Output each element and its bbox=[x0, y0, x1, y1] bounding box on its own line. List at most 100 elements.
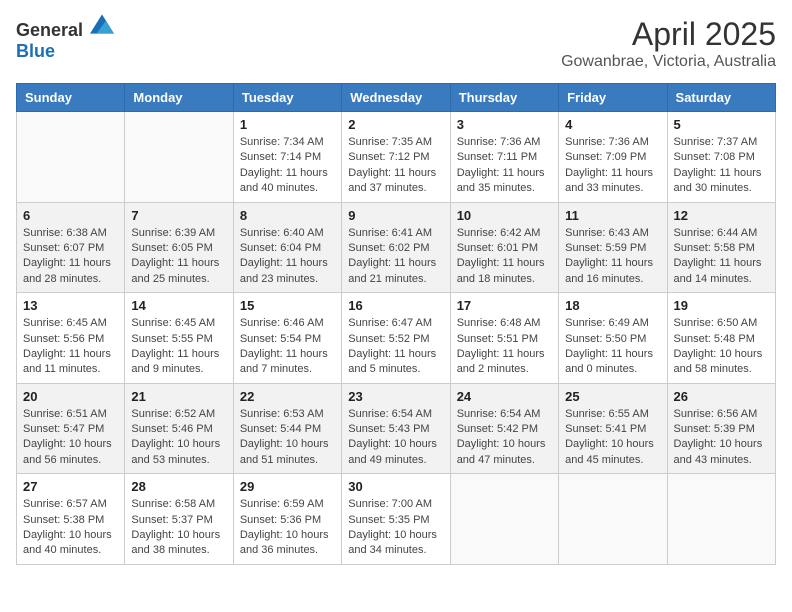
calendar-day-cell: 13Sunrise: 6:45 AM Sunset: 5:56 PM Dayli… bbox=[17, 293, 125, 384]
day-number: 3 bbox=[457, 117, 552, 132]
calendar-day-cell bbox=[667, 474, 775, 565]
day-number: 28 bbox=[131, 479, 226, 494]
day-info: Sunrise: 6:49 AM Sunset: 5:50 PM Dayligh… bbox=[565, 316, 660, 378]
calendar-day-cell: 19 Sunrise: 6:50 AM Sunset: 5:48 PM Dayli… bbox=[667, 293, 775, 384]
calendar-day-cell: 4 Sunrise: 7:36 AM Sunset: 7:09 PM Daylig… bbox=[559, 112, 667, 203]
calendar-day-cell: 11Sunrise: 6:43 AM Sunset: 5:59 PM Dayli… bbox=[559, 202, 667, 293]
day-info: Sunrise: 6:41 AM Sunset: 6:02 PM Dayligh… bbox=[348, 226, 443, 288]
calendar-day-cell bbox=[450, 474, 558, 565]
day-info: Sunrise: 6:44 AM Sunset: 5:58 PM Dayligh… bbox=[674, 226, 769, 288]
day-info: Sunrise: 6:39 AM Sunset: 6:05 PM Dayligh… bbox=[131, 226, 226, 288]
calendar-day-cell: 24Sunrise: 6:54 AM Sunset: 5:42 PM Dayli… bbox=[450, 383, 558, 474]
calendar-day-cell: 3 Sunrise: 7:36 AM Sunset: 7:11 PM Daylig… bbox=[450, 112, 558, 203]
day-number: 8 bbox=[240, 208, 335, 223]
day-info: Sunrise: 7:34 AM Sunset: 7:14 PM Dayligh… bbox=[240, 135, 335, 197]
day-info: Sunrise: 7:35 AM Sunset: 7:12 PM Dayligh… bbox=[348, 135, 443, 197]
weekday-header: Saturday bbox=[667, 84, 775, 112]
calendar-day-cell: 29 Sunrise: 6:59 AM Sunset: 5:36 PM Dayli… bbox=[233, 474, 341, 565]
day-info: Sunrise: 6:52 AM Sunset: 5:46 PM Dayligh… bbox=[131, 407, 226, 469]
logo-text: General Blue bbox=[16, 16, 114, 62]
day-info: Sunrise: 6:54 AM Sunset: 5:43 PM Dayligh… bbox=[348, 407, 443, 469]
day-info: Sunrise: 6:40 AM Sunset: 6:04 PM Dayligh… bbox=[240, 226, 335, 288]
day-number: 30 bbox=[348, 479, 443, 494]
weekday-header: Friday bbox=[559, 84, 667, 112]
calendar-day-cell: 7 Sunrise: 6:39 AM Sunset: 6:05 PM Daylig… bbox=[125, 202, 233, 293]
calendar-day-cell: 12 Sunrise: 6:44 AM Sunset: 5:58 PM Dayli… bbox=[667, 202, 775, 293]
calendar-week-row: 20Sunrise: 6:51 AM Sunset: 5:47 PM Dayli… bbox=[17, 383, 776, 474]
calendar-day-cell: 9 Sunrise: 6:41 AM Sunset: 6:02 PM Daylig… bbox=[342, 202, 450, 293]
day-info: Sunrise: 6:48 AM Sunset: 5:51 PM Dayligh… bbox=[457, 316, 552, 378]
day-info: Sunrise: 6:55 AM Sunset: 5:41 PM Dayligh… bbox=[565, 407, 660, 469]
calendar-day-cell: 10 Sunrise: 6:42 AM Sunset: 6:01 PM Dayli… bbox=[450, 202, 558, 293]
calendar-day-cell: 21Sunrise: 6:52 AM Sunset: 5:46 PM Dayli… bbox=[125, 383, 233, 474]
logo: General Blue bbox=[16, 16, 114, 62]
calendar-day-cell: 5 Sunrise: 7:37 AM Sunset: 7:08 PM Daylig… bbox=[667, 112, 775, 203]
calendar-day-cell bbox=[125, 112, 233, 203]
logo-blue: Blue bbox=[16, 41, 55, 61]
weekday-header: Thursday bbox=[450, 84, 558, 112]
calendar-day-cell: 28 Sunrise: 6:58 AM Sunset: 5:37 PM Dayli… bbox=[125, 474, 233, 565]
title-block: April 2025 Gowanbrae, Victoria, Australi… bbox=[561, 16, 776, 71]
day-number: 4 bbox=[565, 117, 660, 132]
day-info: Sunrise: 7:00 AM Sunset: 5:35 PM Dayligh… bbox=[348, 497, 443, 559]
day-info: Sunrise: 6:51 AM Sunset: 5:47 PM Dayligh… bbox=[23, 407, 118, 469]
day-number: 13 bbox=[23, 298, 118, 313]
calendar-day-cell: 16 Sunrise: 6:47 AM Sunset: 5:52 PM Dayli… bbox=[342, 293, 450, 384]
day-number: 23 bbox=[348, 389, 443, 404]
day-info: Sunrise: 6:38 AM Sunset: 6:07 PM Dayligh… bbox=[23, 226, 118, 288]
day-number: 5 bbox=[674, 117, 769, 132]
weekday-header: Wednesday bbox=[342, 84, 450, 112]
calendar-week-row: 1Sunrise: 7:34 AM Sunset: 7:14 PM Daylig… bbox=[17, 112, 776, 203]
calendar-day-cell: 15 Sunrise: 6:46 AM Sunset: 5:54 PM Dayli… bbox=[233, 293, 341, 384]
day-number: 15 bbox=[240, 298, 335, 313]
day-info: Sunrise: 6:54 AM Sunset: 5:42 PM Dayligh… bbox=[457, 407, 552, 469]
calendar-day-cell: 30 Sunrise: 7:00 AM Sunset: 5:35 PM Dayli… bbox=[342, 474, 450, 565]
weekday-header: Sunday bbox=[17, 84, 125, 112]
calendar-day-cell: 2 Sunrise: 7:35 AM Sunset: 7:12 PM Daylig… bbox=[342, 112, 450, 203]
day-info: Sunrise: 6:43 AM Sunset: 5:59 PM Dayligh… bbox=[565, 226, 660, 288]
day-number: 19 bbox=[674, 298, 769, 313]
calendar-day-cell: 25 Sunrise: 6:55 AM Sunset: 5:41 PM Dayli… bbox=[559, 383, 667, 474]
calendar-day-cell: 23 Sunrise: 6:54 AM Sunset: 5:43 PM Dayli… bbox=[342, 383, 450, 474]
logo-icon bbox=[90, 14, 114, 34]
day-number: 27 bbox=[23, 479, 118, 494]
day-info: Sunrise: 6:42 AM Sunset: 6:01 PM Dayligh… bbox=[457, 226, 552, 288]
day-number: 26 bbox=[674, 389, 769, 404]
calendar-day-cell: 18 Sunrise: 6:49 AM Sunset: 5:50 PM Dayli… bbox=[559, 293, 667, 384]
calendar-day-cell: 17 Sunrise: 6:48 AM Sunset: 5:51 PM Dayli… bbox=[450, 293, 558, 384]
calendar-day-cell: 26 Sunrise: 6:56 AM Sunset: 5:39 PM Dayli… bbox=[667, 383, 775, 474]
day-info: Sunrise: 6:46 AM Sunset: 5:54 PM Dayligh… bbox=[240, 316, 335, 378]
day-number: 6 bbox=[23, 208, 118, 223]
day-info: Sunrise: 6:59 AM Sunset: 5:36 PM Dayligh… bbox=[240, 497, 335, 559]
day-number: 12 bbox=[674, 208, 769, 223]
day-number: 17 bbox=[457, 298, 552, 313]
day-number: 7 bbox=[131, 208, 226, 223]
day-number: 14 bbox=[131, 298, 226, 313]
day-number: 9 bbox=[348, 208, 443, 223]
day-info: Sunrise: 6:50 AM Sunset: 5:48 PM Dayligh… bbox=[674, 316, 769, 378]
calendar-header-row: SundayMondayTuesdayWednesdayThursdayFrid… bbox=[17, 84, 776, 112]
logo-general: General bbox=[16, 20, 83, 40]
day-number: 16 bbox=[348, 298, 443, 313]
day-info: Sunrise: 6:53 AM Sunset: 5:44 PM Dayligh… bbox=[240, 407, 335, 469]
day-number: 25 bbox=[565, 389, 660, 404]
weekday-header: Tuesday bbox=[233, 84, 341, 112]
day-info: Sunrise: 6:47 AM Sunset: 5:52 PM Dayligh… bbox=[348, 316, 443, 378]
day-info: Sunrise: 7:37 AM Sunset: 7:08 PM Dayligh… bbox=[674, 135, 769, 197]
day-info: Sunrise: 6:56 AM Sunset: 5:39 PM Dayligh… bbox=[674, 407, 769, 469]
day-info: Sunrise: 7:36 AM Sunset: 7:11 PM Dayligh… bbox=[457, 135, 552, 197]
day-number: 18 bbox=[565, 298, 660, 313]
calendar-day-cell: 20Sunrise: 6:51 AM Sunset: 5:47 PM Dayli… bbox=[17, 383, 125, 474]
calendar-day-cell: 27Sunrise: 6:57 AM Sunset: 5:38 PM Dayli… bbox=[17, 474, 125, 565]
day-info: Sunrise: 6:58 AM Sunset: 5:37 PM Dayligh… bbox=[131, 497, 226, 559]
day-number: 29 bbox=[240, 479, 335, 494]
calendar-day-cell: 22Sunrise: 6:53 AM Sunset: 5:44 PM Dayli… bbox=[233, 383, 341, 474]
calendar-week-row: 6 Sunrise: 6:38 AM Sunset: 6:07 PM Daylig… bbox=[17, 202, 776, 293]
page-header: General Blue April 2025 Gowanbrae, Victo… bbox=[16, 16, 776, 71]
day-info: Sunrise: 7:36 AM Sunset: 7:09 PM Dayligh… bbox=[565, 135, 660, 197]
calendar-day-cell: 14Sunrise: 6:45 AM Sunset: 5:55 PM Dayli… bbox=[125, 293, 233, 384]
calendar-day-cell: 8 Sunrise: 6:40 AM Sunset: 6:04 PM Daylig… bbox=[233, 202, 341, 293]
day-number: 2 bbox=[348, 117, 443, 132]
day-number: 10 bbox=[457, 208, 552, 223]
calendar-week-row: 13Sunrise: 6:45 AM Sunset: 5:56 PM Dayli… bbox=[17, 293, 776, 384]
